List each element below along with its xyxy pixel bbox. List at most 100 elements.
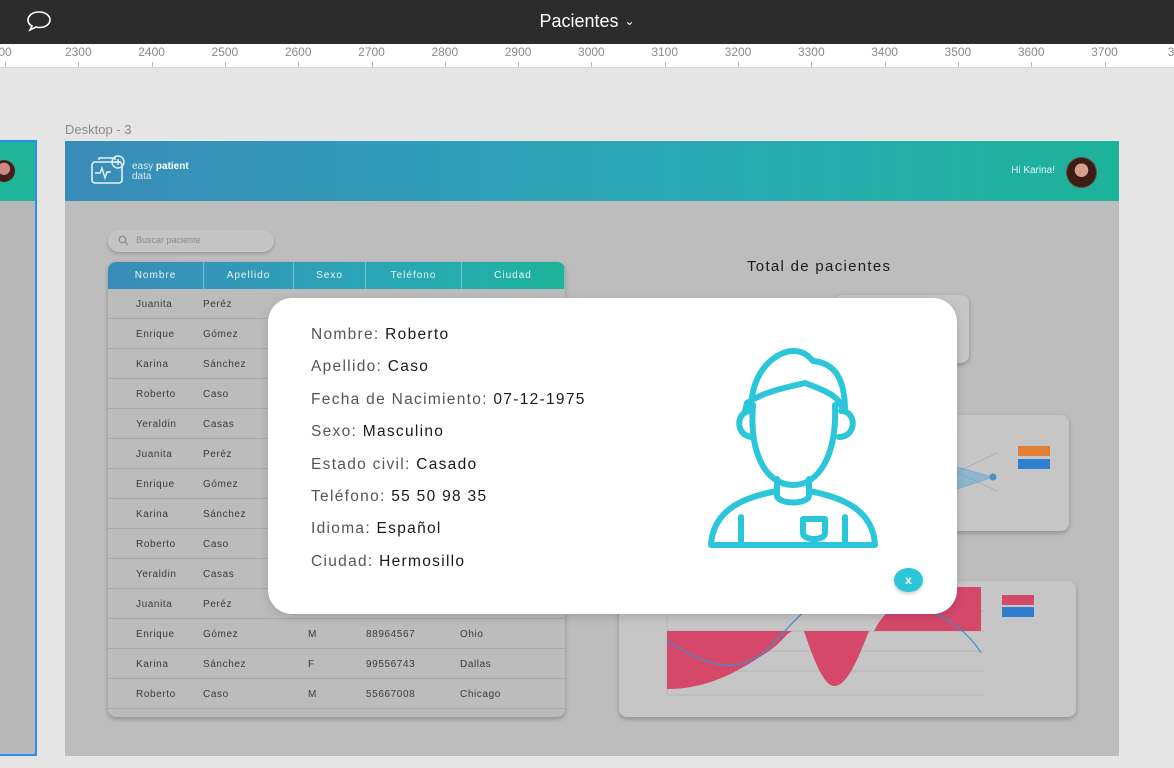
ruler-tick-mark — [1031, 62, 1033, 67]
ruler-tick-label: 2600 — [284, 45, 312, 59]
table-cell: 55667008 — [366, 689, 416, 700]
table-cell: Enrique — [136, 629, 175, 640]
column-header[interactable]: Nombre — [108, 262, 204, 289]
field-value: 55 50 98 35 — [391, 488, 488, 505]
ruler-tick-mark — [298, 62, 300, 67]
table-cell: Peréz — [203, 299, 233, 310]
patient-field: Teléfono: 55 50 98 35 — [311, 488, 487, 506]
table-cell: Peréz — [203, 449, 233, 460]
field-label: Estado civil: — [311, 455, 411, 473]
ruler-tick-label: 3700 — [1091, 45, 1118, 59]
table-cell: Karina — [136, 659, 169, 670]
table-cell: Sánchez — [203, 659, 247, 670]
ruler-tick-mark — [884, 62, 886, 67]
table-cell: Dallas — [460, 659, 492, 670]
legend-swatch-blue — [1018, 459, 1050, 469]
field-label: Teléfono: — [311, 488, 386, 505]
frame-label[interactable]: Desktop - 3 — [65, 122, 131, 137]
ruler-tick-mark — [1104, 62, 1106, 67]
logo-bold: patient — [155, 161, 189, 172]
field-label: Ciudad: — [311, 552, 374, 570]
ruler-tick-mark — [5, 62, 6, 67]
table-cell: Sánchez — [203, 359, 247, 370]
ruler-tick-label: 3200 — [724, 45, 752, 59]
table-cell: Juanita — [136, 449, 173, 460]
table-cell: Gómez — [203, 329, 239, 340]
avatar[interactable] — [1066, 157, 1097, 188]
field-label: Nombre: — [311, 326, 380, 343]
table-cell: M — [308, 689, 317, 700]
table-cell: Yeraldin — [136, 569, 177, 580]
field-label: Idioma: — [311, 520, 371, 538]
column-header[interactable]: Ciudad — [462, 262, 565, 289]
table-row[interactable]: Enrique Gómez M 88964567 Ohio — [108, 619, 565, 649]
patient-field: Fecha de Nacimiento: 07-12-1975 — [311, 391, 586, 409]
field-value: Masculino — [362, 423, 445, 441]
table-cell: Caso — [203, 689, 229, 700]
ruler-tick-label: 2700 — [358, 45, 385, 59]
legend-swatch-orange — [1018, 446, 1050, 456]
field-value: Hermosillo — [379, 552, 466, 570]
ruler-tick-mark — [811, 62, 813, 67]
table-row[interactable]: Karina Sánchez F 99556743 Dallas — [108, 649, 565, 679]
search-icon — [118, 235, 129, 246]
column-header[interactable]: Teléfono — [366, 262, 462, 289]
ruler-tick-label: 2800 — [431, 45, 459, 59]
table-cell: Juanita — [136, 299, 173, 310]
adjacent-frame-selected[interactable] — [0, 140, 37, 756]
ruler-tick-label: 3300 — [797, 45, 825, 59]
ruler-tick-mark — [518, 62, 520, 67]
legend-swatch-blue — [1002, 607, 1034, 617]
ruler-tick-mark — [151, 62, 153, 67]
logo-line-2: data — [132, 171, 152, 182]
ruler-tick-label: 3600 — [1017, 45, 1045, 59]
field-value: Caso — [387, 358, 430, 376]
ruler-tick-label: 00 — [0, 45, 12, 59]
table-cell: Karina — [136, 509, 169, 520]
chevron-down-icon: ⌄ — [624, 14, 635, 28]
table-cell: Casas — [203, 419, 235, 430]
patient-field: Sexo: Masculino — [311, 423, 444, 441]
field-value: 07-12-1975 — [493, 390, 586, 408]
patient-field: Apellido: Caso — [311, 358, 429, 376]
patient-avatar-icon — [708, 348, 878, 548]
table-cell: Peréz — [203, 599, 233, 610]
ruler-tick-mark — [591, 62, 593, 67]
field-label: Sexo: — [311, 423, 358, 441]
logo-text: easy patient data — [132, 162, 189, 182]
table-cell: 88964567 — [366, 629, 416, 640]
table-cell: Juanita — [136, 599, 173, 610]
field-label: Apellido: — [311, 358, 383, 376]
ruler-tick-mark — [957, 62, 959, 67]
table-cell: Chicago — [460, 689, 501, 700]
ruler-tick-label: 2500 — [211, 45, 239, 59]
ruler-tick-label: 3000 — [578, 45, 605, 59]
table-cell: Enrique — [136, 479, 175, 490]
app-header: easy patient data Hi Karina! — [65, 141, 1119, 201]
column-header[interactable]: Sexo — [294, 262, 366, 289]
table-row[interactable]: Roberto Caso M 55667008 Chicago — [108, 679, 565, 709]
patient-field: Nombre: Roberto — [311, 326, 449, 344]
page-title-label: Pacientes — [539, 11, 619, 31]
search-input[interactable]: Buscar paciente — [108, 230, 274, 252]
field-label: Fecha de Nacimiento: — [311, 390, 488, 408]
table-cell: M — [308, 629, 317, 640]
table-cell: Gómez — [203, 629, 239, 640]
table-cell: Karina — [136, 359, 169, 370]
column-header[interactable]: Apellido — [204, 262, 294, 289]
table-cell: Roberto — [136, 539, 176, 550]
horizontal-ruler: 00 2300 2400 2500 2600 2700 2800 2900 3000 3100 32… — [0, 44, 1174, 68]
ruler-tick-mark — [78, 62, 80, 67]
patient-field: Ciudad: Hermosillo — [311, 553, 465, 571]
table-cell: Enrique — [136, 329, 175, 340]
close-button[interactable]: x — [894, 568, 923, 592]
logo-icon — [91, 155, 125, 184]
table-cell: Roberto — [136, 389, 176, 400]
field-value: Roberto — [385, 326, 450, 343]
ruler-tick-label: 3400 — [871, 45, 898, 59]
ruler-tick-mark — [224, 62, 226, 67]
page-title[interactable]: Pacientes ⌄ — [0, 11, 1174, 32]
ruler-tick-label: 3100 — [651, 45, 679, 59]
field-value: Español — [376, 520, 442, 538]
patient-field: Estado civil: Casado — [311, 456, 477, 474]
